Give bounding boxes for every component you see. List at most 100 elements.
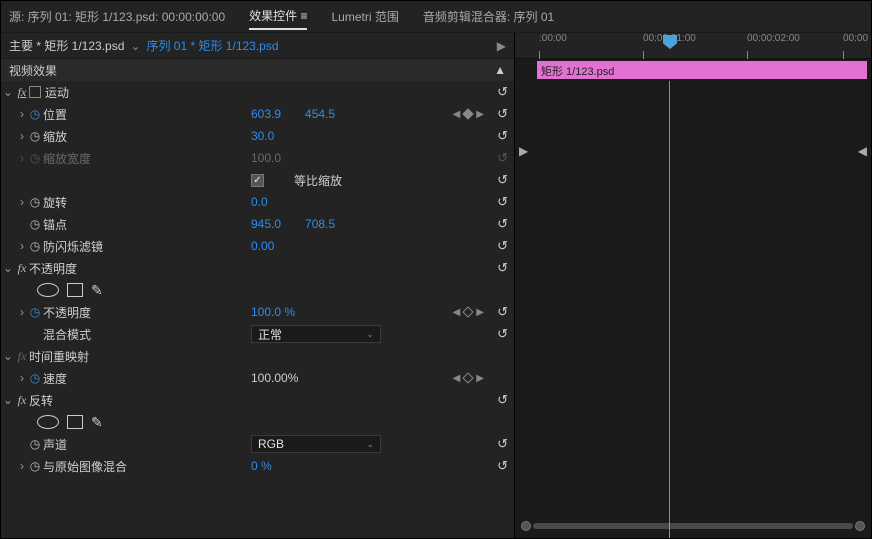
flicker-value[interactable]: 0.00 [251, 239, 274, 253]
position-x[interactable]: 603.9 [251, 107, 281, 121]
timeline-ruler[interactable]: :00:00 00:00:01:00 00:00:02:00 00:00 [515, 33, 871, 59]
stopwatch-icon[interactable]: ◷ [29, 129, 41, 143]
reset-icon[interactable]: ↺ [497, 106, 508, 122]
stopwatch-icon[interactable]: ◷ [29, 107, 41, 121]
zoom-handle-left[interactable] [521, 521, 531, 531]
fx-badge[interactable]: fx [15, 85, 29, 100]
tab-source[interactable]: 源: 序列 01: 矩形 1/123.psd: 00:00:00:00 [9, 4, 225, 29]
ellipse-mask-icon[interactable] [37, 415, 59, 429]
reset-icon[interactable]: ↺ [497, 260, 508, 276]
prop-position[interactable]: ·› ◷ 位置 603.9 454.5 ◀▶ ↺ [1, 103, 514, 125]
effect-opacity[interactable]: ⌄ fx 不透明度 ↺ [1, 257, 514, 279]
twirl-icon[interactable]: › [15, 129, 29, 143]
fx-badge[interactable]: fx [15, 261, 29, 276]
prev-kf-icon[interactable]: ◀ [453, 373, 461, 384]
reset-icon[interactable]: ↺ [497, 194, 508, 210]
stopwatch-icon[interactable]: ◷ [29, 305, 41, 319]
tab-audio-mixer[interactable]: 音频剪辑混合器: 序列 01 [423, 4, 554, 29]
reset-icon[interactable]: ↺ [497, 458, 508, 474]
zoom-thumb[interactable] [533, 523, 853, 529]
pen-mask-icon[interactable]: ✎ [91, 414, 103, 431]
timeline-prev-icon[interactable]: ▶ [519, 144, 528, 158]
add-kf-icon[interactable] [463, 108, 474, 119]
prev-kf-icon[interactable]: ◀ [453, 109, 461, 120]
twirl-icon[interactable]: › [15, 239, 29, 253]
twirl-icon[interactable]: › [15, 107, 29, 121]
twirl-icon[interactable]: › [15, 371, 29, 385]
reset-icon[interactable]: ↺ [497, 172, 508, 188]
ellipse-mask-icon[interactable] [37, 283, 59, 297]
twirl-icon[interactable]: › [15, 305, 29, 319]
zoom-scrollbar[interactable] [521, 520, 865, 532]
prop-flicker[interactable]: ·› ◷ 防闪烁滤镜 0.00 ↺ [1, 235, 514, 257]
uniform-checkbox[interactable]: ✓ [251, 174, 264, 187]
prop-opacity[interactable]: ·› ◷ 不透明度 100.0 % ◀▶ ↺ [1, 301, 514, 323]
crumb-master[interactable]: 主要 * 矩形 1/123.psd [9, 37, 124, 54]
rect-mask-icon[interactable] [67, 415, 83, 429]
effect-toggle[interactable] [29, 86, 41, 98]
speed-value[interactable]: 100.00% [251, 371, 298, 385]
prop-anchor[interactable]: ·· ◷ 锚点 945.0 708.5 ↺ [1, 213, 514, 235]
stopwatch-icon[interactable]: ◷ [29, 459, 41, 473]
twirl-icon[interactable]: ⌄ [1, 261, 15, 275]
blend-original-value[interactable]: 0 % [251, 459, 272, 473]
add-kf-icon[interactable] [463, 372, 474, 383]
fx-badge[interactable]: fx [15, 393, 29, 408]
next-kf-icon[interactable]: ▶ [476, 109, 484, 120]
stopwatch-icon[interactable]: ◷ [29, 437, 41, 451]
reset-icon[interactable]: ↺ [497, 238, 508, 254]
effect-invert[interactable]: ⌄ fx 反转 ↺ [1, 389, 514, 411]
timeline-area[interactable]: ▶ ◀ [515, 81, 871, 538]
reset-icon[interactable]: ↺ [497, 84, 508, 100]
prop-blend-mode[interactable]: ··· 混合模式 正常 ⌄ ↺ [1, 323, 514, 345]
anchor-y[interactable]: 708.5 [305, 217, 335, 231]
twirl-icon[interactable]: ⌄ [1, 85, 15, 99]
prop-rotation[interactable]: ·› ◷ 旋转 0.0 ↺ [1, 191, 514, 213]
scale-value[interactable]: 30.0 [251, 129, 274, 143]
reset-icon[interactable]: ↺ [497, 304, 508, 320]
effect-time-remap[interactable]: ⌄ fx 时间重映射 [1, 345, 514, 367]
play-icon[interactable]: ▶ [497, 39, 506, 53]
scale-width-value: 100.0 [251, 151, 281, 165]
stopwatch-icon[interactable]: ◷ [29, 371, 41, 385]
prop-speed[interactable]: ·› ◷ 速度 100.00% ◀▶ [1, 367, 514, 389]
tab-effect-controls[interactable]: 效果控件 ≡ [249, 3, 307, 30]
prop-uniform-scale[interactable]: ✓ 等比缩放 ↺ [1, 169, 514, 191]
anchor-x[interactable]: 945.0 [251, 217, 281, 231]
reset-icon[interactable]: ↺ [497, 392, 508, 408]
next-kf-icon[interactable]: ▶ [476, 373, 484, 384]
reset-icon[interactable]: ↺ [497, 326, 508, 342]
effect-motion[interactable]: ⌄ fx 运动 ↺ [1, 81, 514, 103]
rotation-value[interactable]: 0.0 [251, 195, 268, 209]
zoom-handle-right[interactable] [855, 521, 865, 531]
tab-lumetri[interactable]: Lumetri 范围 [331, 4, 398, 29]
stopwatch-icon[interactable]: ◷ [29, 195, 41, 209]
reset-icon[interactable]: ↺ [497, 128, 508, 144]
next-kf-icon[interactable]: ▶ [476, 307, 484, 318]
reset-icon[interactable]: ↺ [497, 216, 508, 232]
prop-blend-original[interactable]: ·› ◷ 与原始图像混合 0 % ↺ [1, 455, 514, 477]
blend-mode-dropdown[interactable]: 正常 ⌄ [251, 325, 381, 343]
position-y[interactable]: 454.5 [305, 107, 335, 121]
clip-bar[interactable]: 矩形 1/123.psd [537, 61, 867, 79]
prop-channel[interactable]: ·· ◷ 声道 RGB ⌄ ↺ [1, 433, 514, 455]
twirl-icon[interactable]: ⌄ [1, 349, 15, 363]
prop-scale[interactable]: ·› ◷ 缩放 30.0 ↺ [1, 125, 514, 147]
pen-mask-icon[interactable]: ✎ [91, 282, 103, 299]
add-kf-icon[interactable] [463, 306, 474, 317]
twirl-icon[interactable]: ⌄ [1, 393, 15, 407]
fx-badge[interactable]: fx [15, 349, 29, 364]
twirl-icon[interactable]: › [15, 459, 29, 473]
rect-mask-icon[interactable] [67, 283, 83, 297]
reset-icon[interactable]: ↺ [497, 436, 508, 452]
twirl-icon[interactable]: › [15, 195, 29, 209]
stopwatch-icon[interactable]: ◷ [29, 239, 41, 253]
crumb-sequence[interactable]: 序列 01 * 矩形 1/123.psd [146, 37, 278, 54]
prev-kf-icon[interactable]: ◀ [453, 307, 461, 318]
channel-dropdown[interactable]: RGB ⌄ [251, 435, 381, 453]
toggle-track-icon[interactable]: ▲ [494, 63, 506, 77]
playhead-icon[interactable] [663, 35, 677, 49]
timeline-next-icon[interactable]: ◀ [858, 144, 867, 158]
stopwatch-icon[interactable]: ◷ [29, 217, 41, 231]
opacity-value[interactable]: 100.0 % [251, 305, 295, 319]
